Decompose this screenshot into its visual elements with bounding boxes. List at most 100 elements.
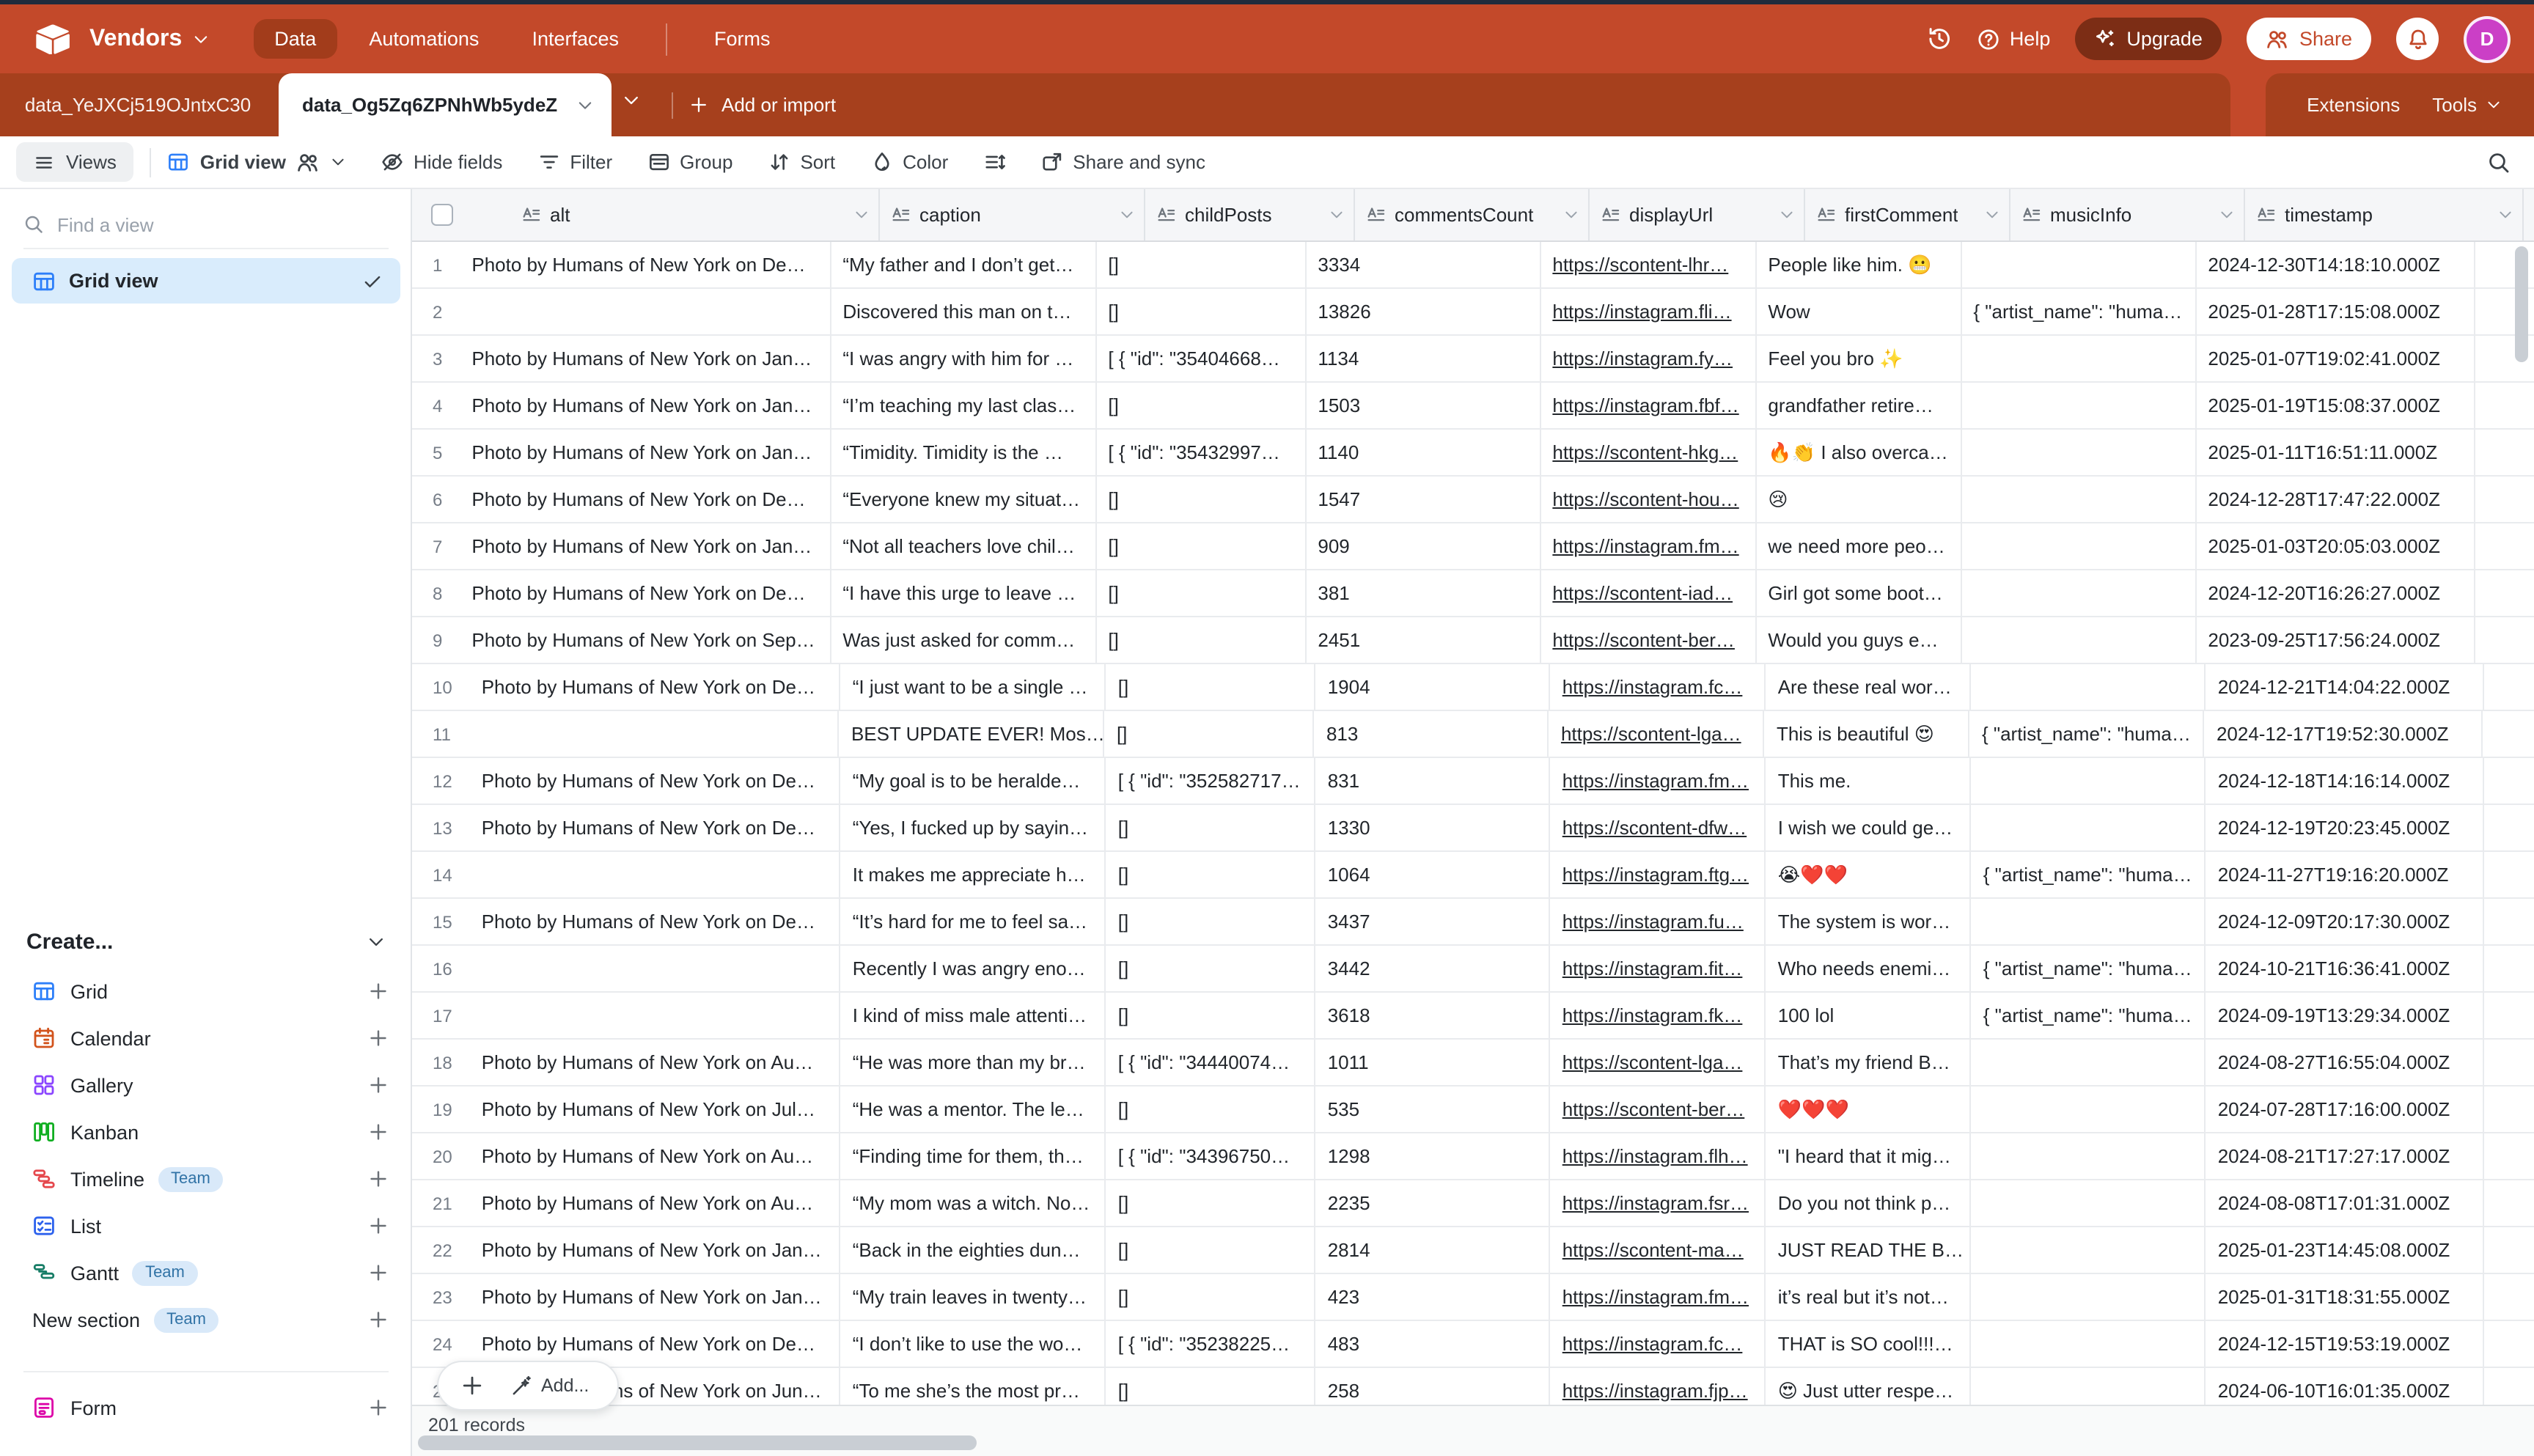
table-tab-active[interactable]: data_Og5Zq6ZPNhWb5ydeZ — [279, 73, 612, 136]
cell-musicInfo[interactable]: { "artist_name": "huma… — [1972, 852, 2206, 897]
upgrade-button[interactable]: Upgrade — [2075, 18, 2222, 60]
cell-timestamp[interactable]: 2024-12-30T14:18:10.000Z — [2196, 242, 2475, 287]
cell-displayUrl[interactable]: https://instagram.fm… — [1540, 523, 1756, 569]
cell-displayUrl[interactable]: https://instagram.fk… — [1551, 993, 1766, 1038]
cell-timestamp[interactable]: 2024-08-27T16:55:04.000Z — [2206, 1040, 2485, 1085]
share-and-sync-button[interactable]: Share and sync — [1040, 151, 1205, 173]
cell-displayUrl[interactable]: https://scontent-lga… — [1549, 711, 1765, 757]
cell-timestamp[interactable]: 2025-01-11T16:51:11.000Z — [2196, 430, 2475, 475]
cell-caption[interactable]: BEST UPDATE EVER! Mos… — [840, 711, 1105, 757]
cell-timestamp[interactable]: 2024-09-19T13:29:34.000Z — [2206, 993, 2485, 1038]
cell-caption[interactable]: “It’s hard for me to feel sa… — [841, 899, 1106, 944]
cell-caption[interactable]: “I just want to be a single … — [841, 664, 1106, 710]
url-link[interactable]: https://scontent-hou… — [1552, 488, 1738, 510]
cell-musicInfo[interactable]: { "artist_name": "huma… — [1970, 711, 2205, 757]
tab-list-chevron-icon[interactable] — [622, 91, 641, 110]
cell-displayUrl[interactable]: https://instagram.fm… — [1551, 1274, 1766, 1320]
cell-alt[interactable]: Photo by Humans of New York on Jan… — [451, 430, 831, 475]
chevron-down-icon[interactable] — [2497, 207, 2513, 223]
row-height-button[interactable] — [983, 151, 1005, 173]
cell-displayUrl[interactable]: https://instagram.fc… — [1551, 664, 1766, 710]
cell-timestamp[interactable]: 2025-01-03T20:05:03.000Z — [2196, 523, 2475, 569]
cell-firstComment[interactable]: This me. — [1766, 758, 1972, 804]
cell-firstComment[interactable]: That’s my friend B… — [1766, 1040, 1972, 1085]
cell-timestamp[interactable]: 2024-12-18T14:16:14.000Z — [2206, 758, 2485, 804]
share-button[interactable]: Share — [2247, 18, 2371, 60]
cell-commentsCount[interactable]: 1011 — [1316, 1040, 1551, 1085]
cell-alt[interactable]: Photo by Humans of New York on De… — [461, 805, 841, 850]
url-link[interactable]: https://scontent-lga… — [1561, 723, 1741, 745]
cell-childPosts[interactable]: [] — [1106, 993, 1316, 1038]
cell-caption[interactable]: “I don’t like to use the wo… — [841, 1321, 1106, 1367]
cell-commentsCount[interactable]: 1298 — [1316, 1133, 1551, 1179]
cell-alt[interactable]: Photo by Humans of New York on De… — [451, 242, 831, 287]
cell-commentsCount[interactable]: 1330 — [1316, 805, 1551, 850]
cell-commentsCount[interactable]: 13826 — [1306, 289, 1540, 334]
cell-displayUrl[interactable]: https://scontent-ber… — [1540, 617, 1756, 663]
cell-commentsCount[interactable]: 1134 — [1306, 336, 1540, 381]
cell-commentsCount[interactable]: 423 — [1316, 1274, 1551, 1320]
cell-displayUrl[interactable]: https://instagram.ftg… — [1551, 852, 1766, 897]
cell-alt[interactable]: Photo by Humans of New York on De… — [461, 664, 841, 710]
create-item-gallery[interactable]: Gallery — [0, 1062, 412, 1108]
cell-commentsCount[interactable]: 3334 — [1306, 242, 1540, 287]
cell-musicInfo[interactable] — [1972, 1040, 2206, 1085]
cell-timestamp[interactable]: 2024-07-28T17:16:00.000Z — [2206, 1087, 2485, 1132]
cell-alt[interactable]: Photo by Humans of New York on Jan… — [451, 383, 831, 428]
chevron-down-icon[interactable] — [1779, 207, 1795, 223]
nav-tab-automations[interactable]: Automations — [348, 19, 499, 59]
create-item-grid[interactable]: Grid — [0, 968, 412, 1015]
chevron-down-icon[interactable] — [1119, 207, 1135, 223]
plus-icon[interactable] — [368, 981, 389, 1001]
url-link[interactable]: https://instagram.fjp… — [1562, 1380, 1748, 1402]
nav-tab-interfaces[interactable]: Interfaces — [511, 19, 639, 59]
cell-alt[interactable]: Photo by Humans of New York on De… — [451, 477, 831, 522]
cell-caption[interactable]: “Timidity. Timidity is the … — [831, 430, 1096, 475]
cell-caption[interactable]: Discovered this man on t… — [831, 289, 1096, 334]
nav-tab-data[interactable]: Data — [254, 19, 337, 59]
cell-caption[interactable]: “My father and I don’t get… — [831, 242, 1096, 287]
cell-commentsCount[interactable]: 813 — [1315, 711, 1549, 757]
column-header-displayUrl[interactable]: displayUrl — [1590, 189, 1805, 240]
plus-icon[interactable] — [368, 1028, 389, 1048]
url-link[interactable]: https://scontent-ma… — [1562, 1239, 1744, 1261]
create-item-gantt[interactable]: GanttTeam — [0, 1249, 412, 1296]
url-link[interactable]: https://instagram.fu… — [1562, 911, 1744, 933]
cell-musicInfo[interactable] — [1972, 1368, 2206, 1405]
url-link[interactable]: https://instagram.fc… — [1562, 1333, 1743, 1355]
cell-caption[interactable]: “My mom was a witch. No… — [841, 1180, 1106, 1226]
cell-displayUrl[interactable]: https://instagram.fli… — [1540, 289, 1756, 334]
chevron-down-icon[interactable] — [1563, 207, 1579, 223]
url-link[interactable]: https://instagram.flh… — [1562, 1145, 1748, 1167]
cell-childPosts[interactable]: [ { "id": "352582717… — [1106, 758, 1316, 804]
cell-musicInfo[interactable] — [1961, 477, 2196, 522]
cell-caption[interactable]: “I have this urge to leave … — [831, 570, 1096, 616]
cell-timestamp[interactable]: 2025-01-31T18:31:55.000Z — [2206, 1274, 2485, 1320]
hide-fields-button[interactable]: Hide fields — [381, 151, 502, 173]
cell-timestamp[interactable]: 2025-01-07T19:02:41.000Z — [2196, 336, 2475, 381]
url-link[interactable]: https://instagram.fit… — [1562, 957, 1743, 979]
cell-alt[interactable]: Photo by Humans of New York on Au… — [461, 1133, 841, 1179]
workspace-switcher[interactable]: Vendors — [89, 26, 210, 52]
cell-musicInfo[interactable] — [1961, 617, 2196, 663]
cell-caption[interactable]: “My train leaves in twenty… — [841, 1274, 1106, 1320]
cell-displayUrl[interactable]: https://scontent-ber… — [1551, 1087, 1766, 1132]
cell-commentsCount[interactable]: 1503 — [1306, 383, 1540, 428]
cell-timestamp[interactable]: 2024-12-28T17:47:22.000Z — [2196, 477, 2475, 522]
cell-childPosts[interactable]: [] — [1106, 1368, 1316, 1405]
cell-childPosts[interactable]: [] — [1105, 711, 1315, 757]
url-link[interactable]: https://scontent-ber… — [1562, 1098, 1745, 1120]
cell-firstComment[interactable]: Who needs enemi… — [1766, 946, 1972, 991]
cell-caption[interactable]: “To me she’s the most pr… — [841, 1368, 1106, 1405]
cell-firstComment[interactable]: ❤️❤️❤️ — [1766, 1087, 1972, 1132]
cell-musicInfo[interactable] — [1972, 1274, 2206, 1320]
plus-icon[interactable] — [368, 1262, 389, 1283]
cell-alt[interactable]: Photo by Humans of New York on De… — [451, 570, 831, 616]
cell-displayUrl[interactable]: https://instagram.fsr… — [1551, 1180, 1766, 1226]
cell-childPosts[interactable]: [ { "id": "35432997… — [1096, 430, 1306, 475]
chevron-down-icon[interactable] — [576, 96, 594, 114]
vertical-scrollbar[interactable] — [2515, 246, 2528, 362]
cell-alt[interactable]: Photo by Humans of New York on Au… — [461, 1040, 841, 1085]
cell-alt[interactable] — [461, 946, 841, 991]
cell-displayUrl[interactable]: https://scontent-lhr… — [1540, 242, 1756, 287]
